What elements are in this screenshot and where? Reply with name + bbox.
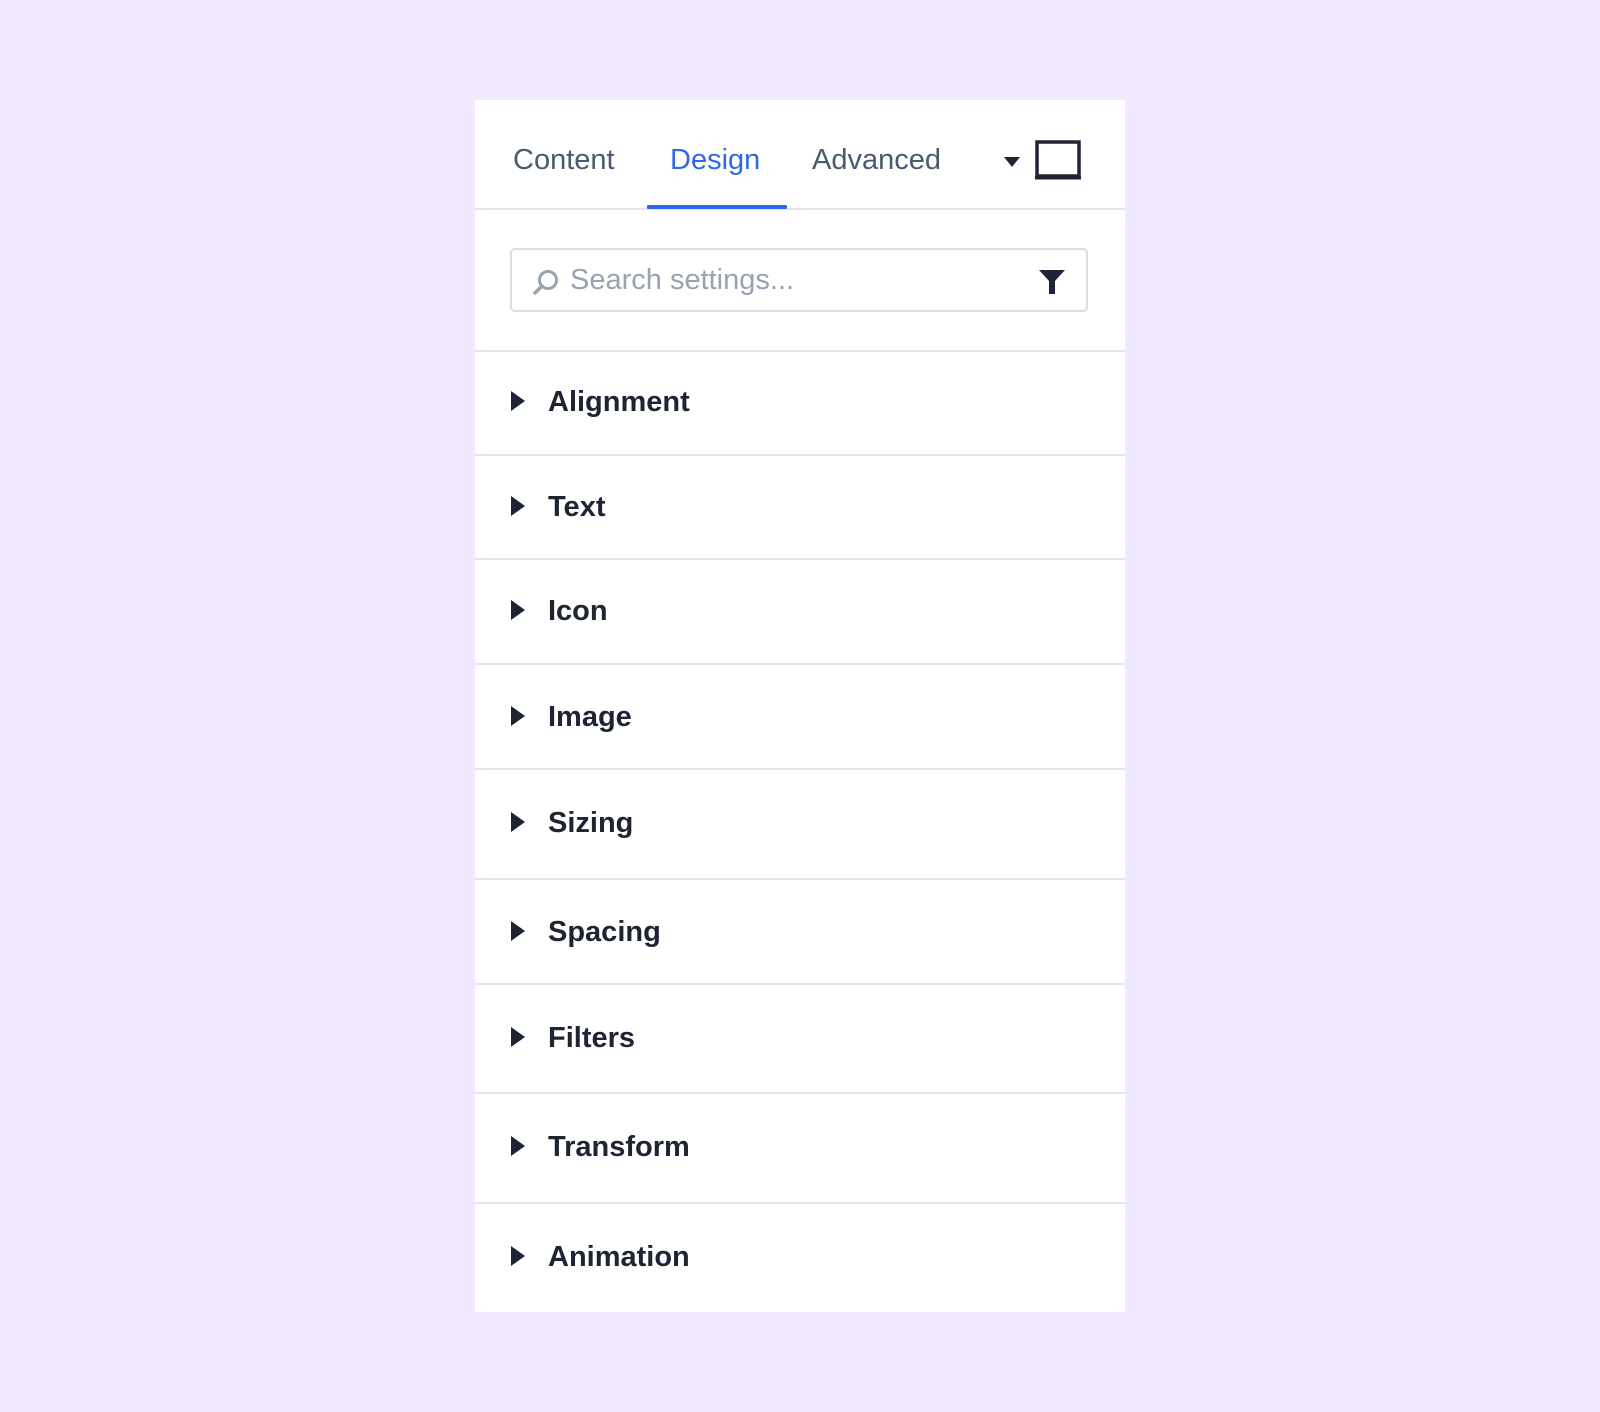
section-animation[interactable]: Animation	[475, 1204, 1125, 1310]
section-icon[interactable]: Icon	[475, 560, 1125, 665]
section-label: Sizing	[548, 807, 634, 839]
section-text[interactable]: Text	[475, 456, 1125, 560]
search-input[interactable]	[570, 258, 1010, 302]
section-label: Filters	[548, 1022, 636, 1054]
section-transform[interactable]: Transform	[475, 1094, 1125, 1204]
tab-design[interactable]: Design	[670, 144, 760, 177]
desktop-view-button[interactable]	[1035, 140, 1081, 182]
dropdown-button[interactable]	[1000, 150, 1024, 174]
search-icon	[533, 270, 558, 295]
search-box	[510, 248, 1088, 312]
settings-panel: Content Design Advanced Search settings.…	[475, 100, 1125, 1312]
caret-right-icon	[511, 812, 525, 832]
section-alignment[interactable]: Alignment	[475, 352, 1125, 456]
caret-right-icon	[511, 706, 525, 726]
section-image[interactable]: Image	[475, 665, 1125, 770]
active-tab-indicator	[647, 205, 787, 209]
tab-advanced[interactable]: Advanced	[812, 144, 941, 177]
desktop-view-icon	[1035, 140, 1081, 180]
caret-right-icon	[511, 921, 525, 941]
tab-content[interactable]: Content	[513, 144, 615, 177]
search-section	[475, 210, 1125, 352]
section-list: Alignment Text Icon Image Sizing Spacing…	[475, 352, 1125, 1310]
caret-right-icon	[511, 496, 525, 516]
section-spacing[interactable]: Spacing	[475, 880, 1125, 985]
section-label: Spacing	[548, 916, 661, 948]
caret-right-icon	[511, 1027, 525, 1047]
section-sizing[interactable]: Sizing	[475, 770, 1125, 880]
section-label: Alignment	[548, 386, 690, 418]
caret-down-icon	[1004, 157, 1020, 167]
tab-bar: Content Design Advanced	[475, 100, 1125, 210]
section-label: Image	[548, 701, 632, 733]
filter-icon[interactable]	[1038, 268, 1066, 296]
section-label: Icon	[548, 595, 608, 627]
section-filters[interactable]: Filters	[475, 985, 1125, 1094]
caret-right-icon	[511, 600, 525, 620]
caret-right-icon	[511, 1136, 525, 1156]
section-label: Transform	[548, 1131, 690, 1163]
section-label: Text	[548, 491, 606, 523]
caret-right-icon	[511, 391, 525, 411]
section-label: Animation	[548, 1241, 690, 1273]
caret-right-icon	[511, 1246, 525, 1266]
